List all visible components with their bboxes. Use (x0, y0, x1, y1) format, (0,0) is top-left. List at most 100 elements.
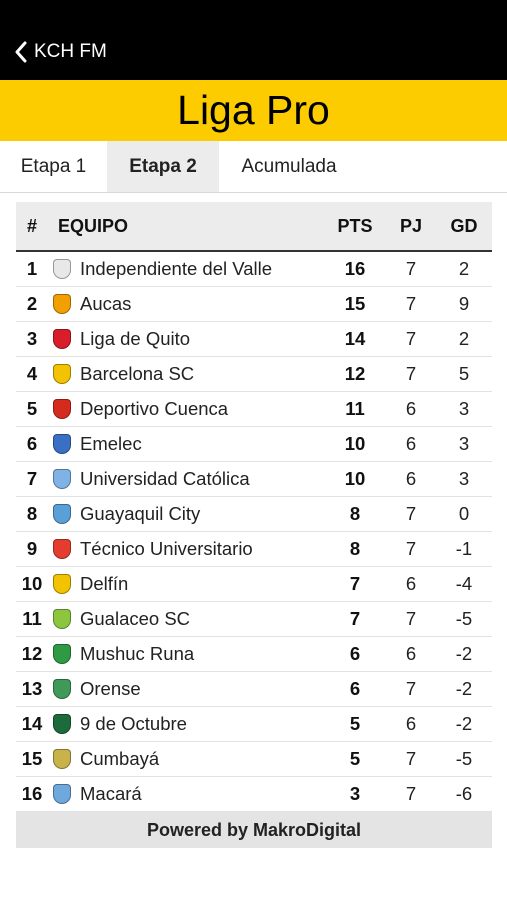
table-row[interactable]: 1 Independiente del Valle 16 7 2 (16, 252, 492, 287)
goal-difference-cell: -5 (455, 608, 473, 629)
goal-difference-cell: 5 (458, 363, 470, 384)
top-navigation-bar: KCH FM (0, 0, 507, 80)
goal-difference-cell: -2 (455, 643, 473, 664)
mushuc-runa-crest-icon (53, 644, 71, 664)
table-row[interactable]: 5 Deportivo Cuenca 11 6 3 (16, 392, 492, 427)
position-cell: 4 (26, 363, 38, 384)
played-cell: 6 (405, 713, 417, 734)
emelec-crest-icon (53, 434, 71, 454)
points-cell: 5 (349, 713, 361, 734)
played-cell: 7 (405, 538, 417, 559)
table-row[interactable]: 14 9 de Octubre 5 6 -2 (16, 707, 492, 742)
played-cell: 7 (405, 783, 417, 804)
tecnico-universitario-crest-icon (53, 539, 71, 559)
position-cell: 9 (26, 538, 38, 559)
team-name-cell: Deportivo Cuenca (80, 398, 229, 419)
table-row[interactable]: 3 Liga de Quito 14 7 2 (16, 322, 492, 357)
points-cell: 6 (349, 678, 361, 699)
position-cell: 15 (21, 748, 43, 769)
table-row[interactable]: 13 Orense 6 7 -2 (16, 672, 492, 707)
team-crest (51, 497, 73, 531)
played-cell: 6 (405, 433, 417, 454)
played-cell: 7 (405, 608, 417, 629)
team-crest (51, 462, 73, 496)
points-cell: 8 (349, 538, 361, 559)
position-cell: 16 (21, 783, 43, 804)
stage-tabs: Etapa 1 Etapa 2 Acumulada (0, 141, 507, 193)
table-row[interactable]: 15 Cumbayá 5 7 -5 (16, 742, 492, 777)
position-cell: 14 (21, 713, 43, 734)
team-crest (51, 777, 73, 811)
played-cell: 7 (405, 258, 417, 279)
team-name-cell: Mushuc Runa (80, 643, 195, 664)
goal-difference-cell: -1 (455, 538, 473, 559)
delfin-crest-icon (53, 574, 71, 594)
table-row[interactable]: 8 Guayaquil City 8 7 0 (16, 497, 492, 532)
position-cell: 2 (26, 293, 38, 314)
goal-difference-cell: -6 (455, 783, 473, 804)
orense-crest-icon (53, 679, 71, 699)
position-cell: 3 (26, 328, 38, 349)
team-crest (51, 252, 73, 286)
points-cell: 8 (349, 503, 361, 524)
team-name-cell: Universidad Católica (80, 468, 250, 489)
team-name-cell: Aucas (80, 293, 132, 314)
points-cell: 7 (349, 608, 361, 629)
played-cell: 7 (405, 503, 417, 524)
team-crest (51, 322, 73, 356)
team-name-cell: Técnico Universitario (80, 538, 253, 559)
table-row[interactable]: 9 Técnico Universitario 8 7 -1 (16, 532, 492, 567)
points-cell: 15 (344, 293, 366, 314)
table-header-row: # EQUIPO PTS PJ GD (16, 202, 492, 252)
team-name-cell: Orense (80, 678, 141, 699)
position-cell: 6 (26, 433, 38, 454)
points-cell: 12 (344, 363, 366, 384)
universidad-catolica-crest-icon (53, 469, 71, 489)
table-row[interactable]: 11 Gualaceo SC 7 7 -5 (16, 602, 492, 637)
played-cell: 7 (405, 293, 417, 314)
team-crest (51, 287, 73, 321)
played-cell: 7 (405, 328, 417, 349)
tab-etapa-1[interactable]: Etapa 1 (0, 141, 107, 192)
team-crest (51, 392, 73, 426)
gualaceo-sc-crest-icon (53, 609, 71, 629)
points-cell: 3 (349, 783, 361, 804)
points-cell: 5 (349, 748, 361, 769)
position-cell: 10 (21, 573, 43, 594)
team-name-cell: Liga de Quito (80, 328, 191, 349)
team-name-cell: Gualaceo SC (80, 608, 191, 629)
team-name-cell: Cumbayá (80, 748, 160, 769)
team-name-cell: Guayaquil City (80, 503, 201, 524)
table-row[interactable]: 7 Universidad Católica 10 6 3 (16, 462, 492, 497)
team-crest (51, 672, 73, 706)
tab-etapa-2[interactable]: Etapa 2 (107, 141, 219, 192)
back-button[interactable]: KCH FM (14, 36, 107, 68)
table-body: 1 Independiente del Valle 16 7 2 2 Aucas 15 7 9 3 L… (16, 252, 492, 812)
points-cell: 10 (344, 468, 366, 489)
team-crest (51, 427, 73, 461)
table-row[interactable]: 12 Mushuc Runa 6 6 -2 (16, 637, 492, 672)
tab-acumulada[interactable]: Acumulada (219, 141, 359, 192)
position-cell: 13 (21, 678, 43, 699)
played-cell: 6 (405, 643, 417, 664)
table-row[interactable]: 6 Emelec 10 6 3 (16, 427, 492, 462)
team-crest (51, 637, 73, 671)
team-name-cell: 9 de Octubre (80, 713, 187, 734)
9-de-octubre-crest-icon (53, 714, 71, 734)
points-cell: 14 (344, 328, 366, 349)
table-row[interactable]: 16 Macará 3 7 -6 (16, 777, 492, 812)
team-crest (51, 707, 73, 741)
goal-difference-cell: 2 (458, 328, 470, 349)
table-row[interactable]: 10 Delfín 7 6 -4 (16, 567, 492, 602)
table-row[interactable]: 2 Aucas 15 7 9 (16, 287, 492, 322)
barcelona-sc-crest-icon (53, 364, 71, 384)
goal-difference-cell: -4 (455, 573, 473, 594)
column-header-played: PJ (399, 215, 423, 236)
macara-crest-icon (53, 784, 71, 804)
team-name-cell: Delfín (80, 573, 129, 594)
goal-difference-cell: -2 (455, 713, 473, 734)
aucas-crest-icon (53, 294, 71, 314)
goal-difference-cell: 0 (458, 503, 470, 524)
table-row[interactable]: 4 Barcelona SC 12 7 5 (16, 357, 492, 392)
position-cell: 11 (22, 608, 42, 629)
